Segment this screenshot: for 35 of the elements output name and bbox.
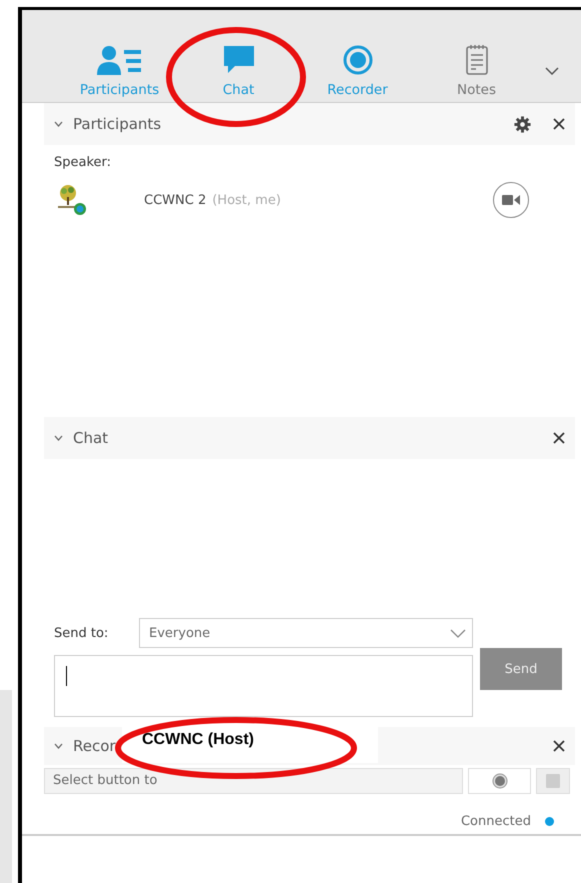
send-button[interactable]: Send	[480, 648, 562, 690]
record-button[interactable]	[468, 768, 531, 794]
video-button[interactable]	[493, 182, 529, 218]
close-icon[interactable]	[553, 118, 565, 130]
participant-name: CCWNC 2	[144, 192, 206, 208]
notepad-icon	[466, 45, 488, 75]
caret-icon[interactable]	[54, 121, 63, 127]
toolbar-tab[interactable]: Notes	[417, 16, 536, 102]
chat-bubble-icon	[224, 46, 254, 74]
video-camera-icon	[502, 194, 520, 206]
recipient-dropdown[interactable]: Everyone	[139, 618, 473, 648]
avatar-icon	[56, 184, 86, 216]
caret-icon[interactable]	[54, 435, 63, 441]
panel-title: Chat	[73, 429, 108, 447]
message-input-field[interactable]	[54, 655, 473, 717]
settings-icon[interactable]	[514, 116, 531, 132]
caret-icon[interactable]	[54, 743, 63, 749]
panel-title: Participants	[73, 115, 162, 133]
panel-title: Recor	[73, 737, 116, 755]
toolbar-tab[interactable]: Participants	[60, 16, 179, 102]
section-label: Speaker:	[54, 155, 112, 170]
stop-icon	[546, 774, 560, 788]
send-to-label: Send to:	[54, 626, 110, 640]
chevron-down-icon	[450, 628, 466, 638]
record-icon	[492, 773, 508, 789]
participant-role: (Host, me)	[212, 192, 282, 208]
people-list-icon	[96, 45, 142, 75]
recorder-status-field: Select button to	[44, 768, 463, 794]
toolbar-tab[interactable]: Chat	[179, 16, 298, 102]
toolbar-tab[interactable]: Recorder	[298, 16, 417, 102]
connection-status: Connected	[460, 814, 531, 829]
close-icon[interactable]	[553, 740, 565, 752]
record-icon	[342, 45, 372, 75]
chevron-down-icon[interactable]	[545, 67, 559, 75]
close-icon[interactable]	[553, 432, 565, 444]
